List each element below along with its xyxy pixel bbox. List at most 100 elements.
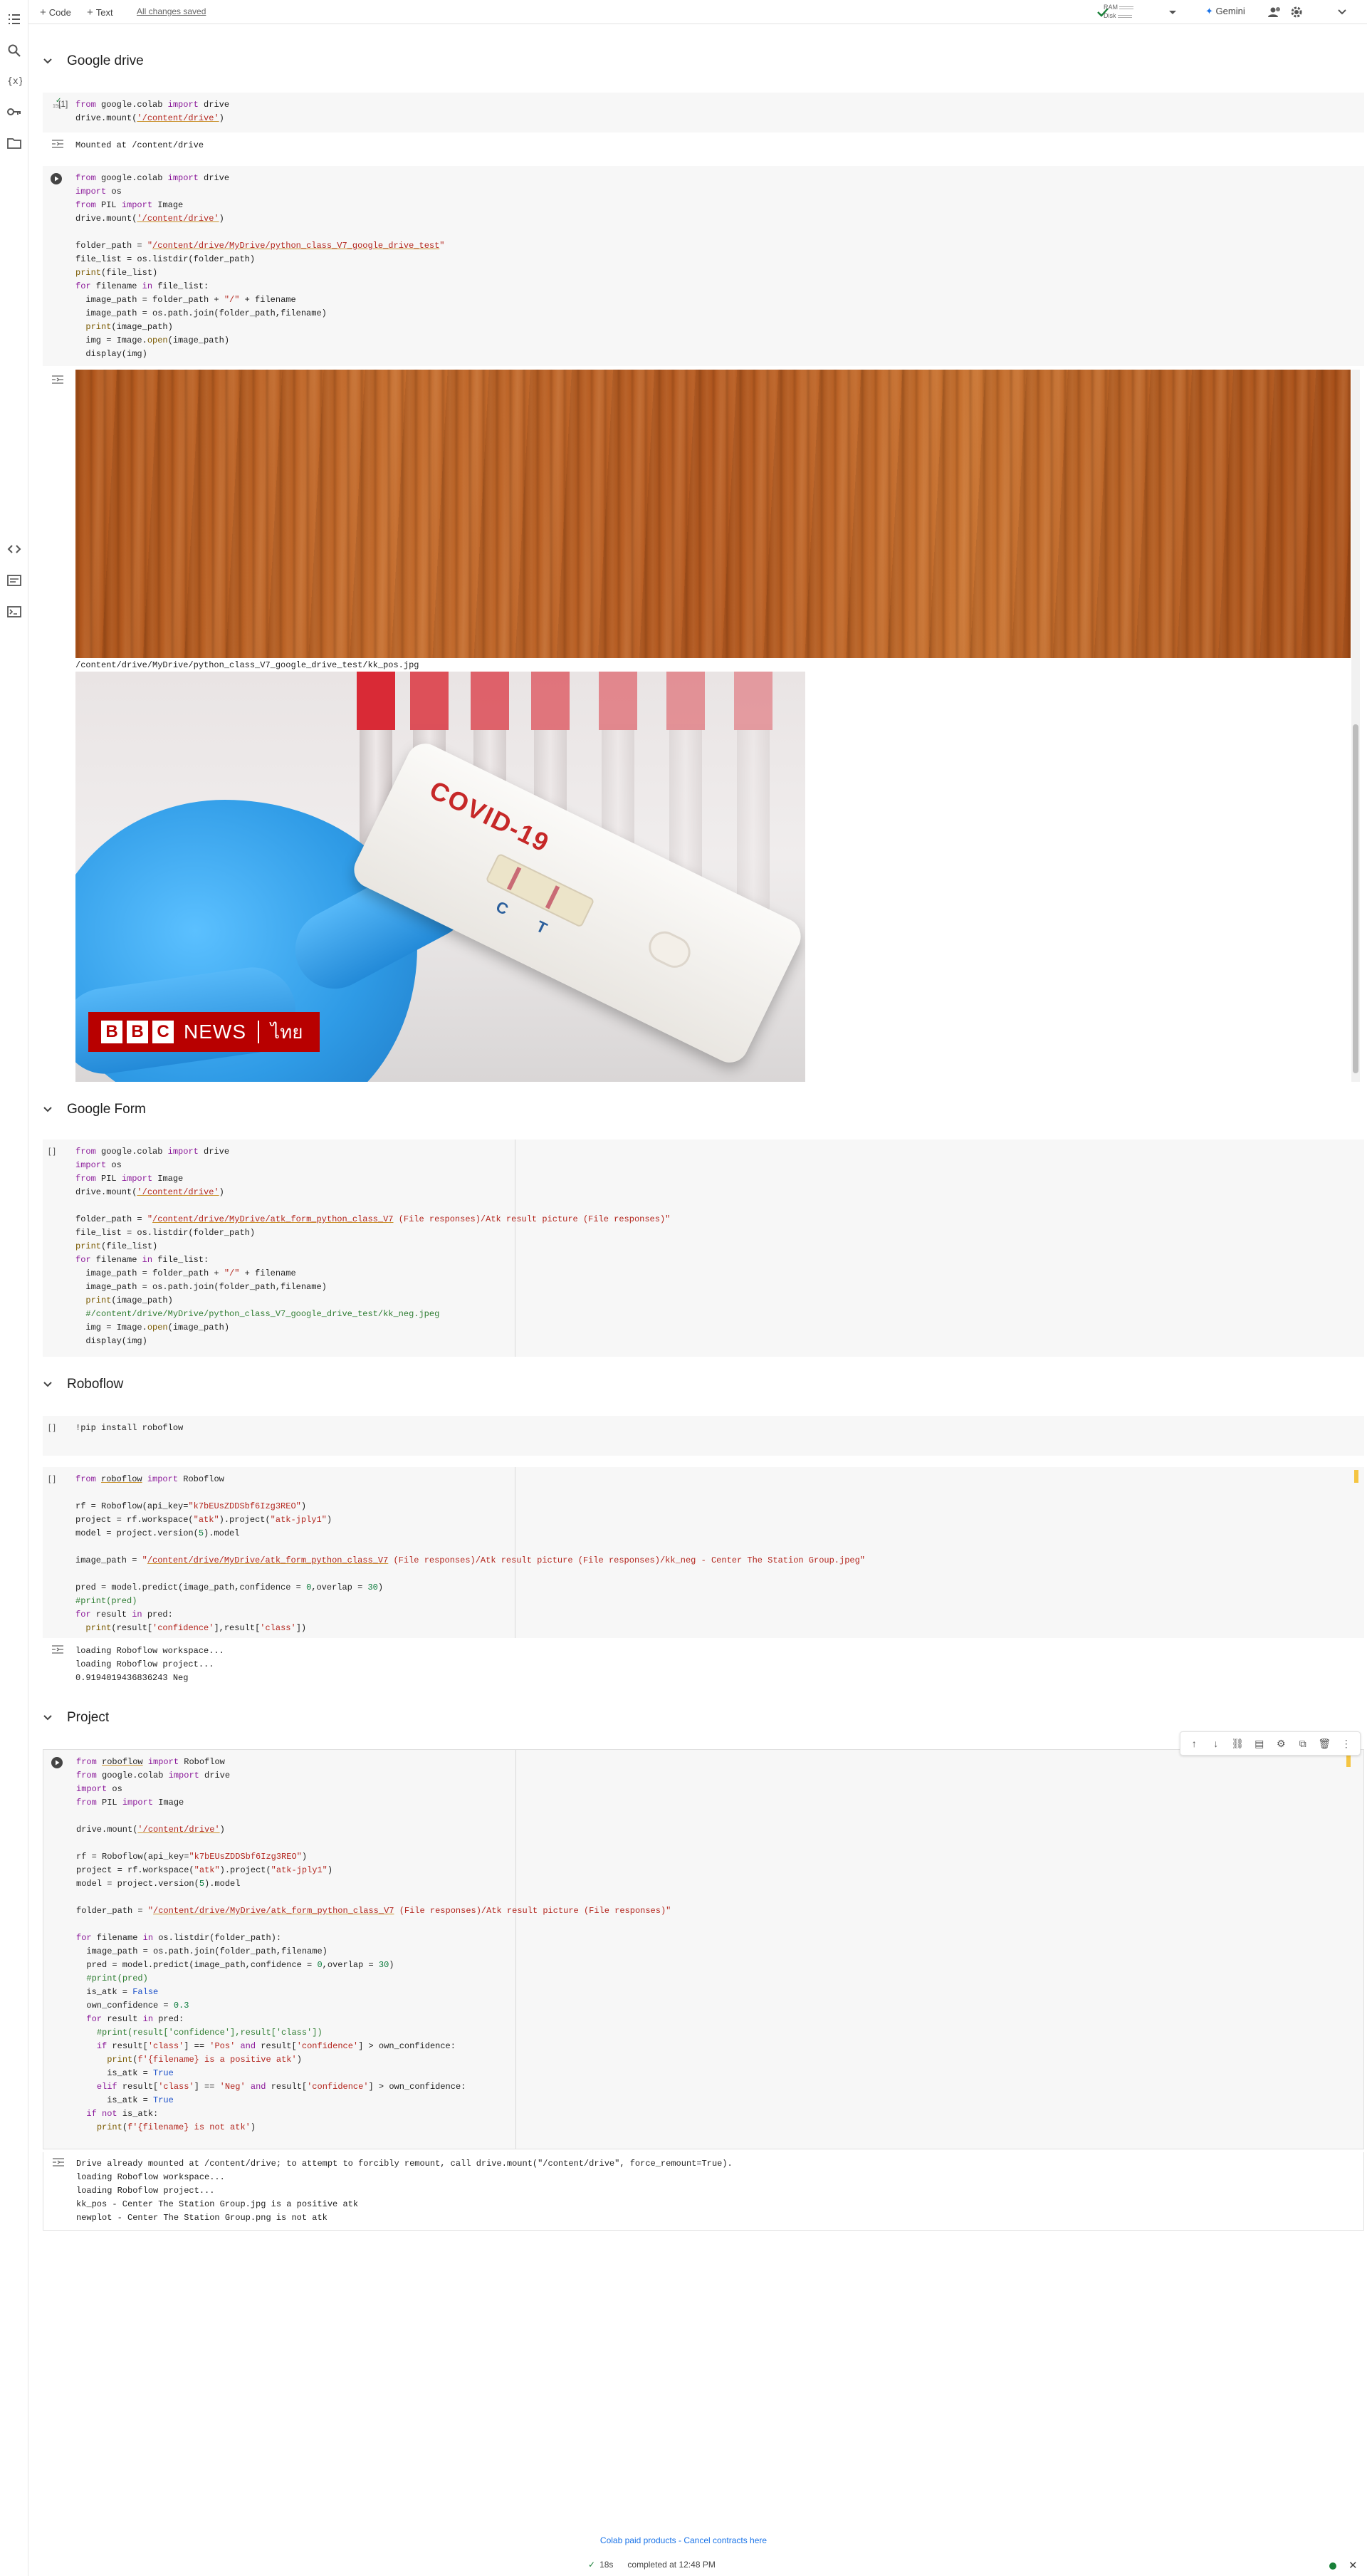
output-image-wood-texture — [75, 370, 1351, 658]
cell-output: loading Roboflow workspace... loading Ro… — [43, 1639, 1364, 1684]
execution-count: [ ] — [48, 1146, 56, 1156]
collapse-chevron-icon[interactable] — [41, 1103, 54, 1116]
collapse-chevron-icon[interactable] — [41, 55, 54, 68]
output-text: Mounted at /content/drive — [75, 140, 204, 150]
code-editor[interactable]: from roboflow import Roboflow rf = Robof… — [75, 1473, 865, 1635]
output-text: Drive already mounted at /content/drive;… — [76, 2159, 733, 2223]
close-icon[interactable]: ✕ — [1348, 2559, 1358, 2572]
footer-links: Colab paid products - Cancel contracts h… — [599, 2535, 768, 2545]
svg-text:{x}: {x} — [7, 76, 22, 87]
table-of-contents-icon[interactable] — [6, 11, 22, 27]
terminal-icon[interactable] — [6, 604, 22, 620]
status-bar: ✓ 18s completed at 12:48 PM ✕ — [0, 2557, 1367, 2576]
code-editor[interactable]: from google.colab import drive import os… — [75, 1145, 670, 1348]
code-editor[interactable]: from google.colab import drive drive.mou… — [75, 98, 229, 125]
code-cell-4[interactable]: [ ] !pip install roboflow — [43, 1416, 1364, 1456]
move-up-icon[interactable]: ↑ — [1188, 1737, 1200, 1750]
output-toggle-icon[interactable] — [51, 139, 64, 149]
comment-icon[interactable]: ▤ — [1253, 1737, 1266, 1750]
output-text: loading Roboflow workspace... loading Ro… — [75, 1646, 224, 1683]
execution-count: [1] — [58, 99, 68, 109]
execution-count: [ ] — [48, 1422, 56, 1432]
cell-output: Mounted at /content/drive — [43, 134, 1364, 155]
save-status-link[interactable]: All changes saved — [137, 6, 206, 16]
cell-gutter[interactable]: [ ] — [43, 1467, 75, 1638]
output-toggle-icon[interactable] — [51, 1644, 64, 1654]
sparkle-icon: ✦ — [1205, 6, 1213, 16]
collapse-chevron-icon[interactable] — [41, 1378, 54, 1391]
cell-gutter[interactable]: [ ] — [43, 1140, 75, 1357]
t-label: T — [533, 917, 550, 938]
settings-gear-icon[interactable]: ⚙ — [1274, 1737, 1287, 1750]
command-palette-icon[interactable] — [6, 573, 22, 588]
cell-output: Drive already mounted at /content/drive;… — [43, 2152, 1364, 2231]
cancel-contracts-link[interactable]: Cancel contracts here — [684, 2535, 767, 2545]
share-people-icon[interactable] — [1267, 4, 1283, 20]
bbc-news-logo: B B C NEWS ไทย — [88, 1012, 320, 1052]
c-label: C — [493, 897, 511, 919]
output-image-covid-test: COVID-19 C T B B C NEWS ไทย — [75, 672, 805, 1082]
output-scrollbar[interactable] — [1351, 370, 1360, 1082]
add-code-label: Code — [48, 6, 71, 18]
chevron-down-icon[interactable] — [1165, 4, 1180, 20]
link-icon[interactable]: ⛓ — [1231, 1737, 1244, 1750]
cell-gutter[interactable] — [43, 166, 75, 366]
gemini-button[interactable]: ✦ Gemini — [1205, 6, 1245, 17]
code-cell-6[interactable]: from roboflow import Roboflow from googl… — [43, 1749, 1364, 2149]
variables-icon[interactable]: {x} — [6, 73, 22, 88]
plus-icon: + — [87, 6, 93, 19]
output-text: /content/drive/MyDrive/python_class_V7_g… — [75, 660, 419, 670]
run-cell-icon[interactable] — [51, 173, 62, 184]
status-duration: 18s — [599, 2560, 614, 2570]
section-heading-google-drive[interactable]: Google drive — [41, 51, 144, 71]
disk-label: Disk — [1104, 12, 1116, 19]
cell-gutter[interactable]: ✓ 15s [1] — [43, 93, 75, 132]
add-code-button[interactable]: + Code — [40, 4, 71, 20]
more-options-icon[interactable]: ⋮ — [1340, 1737, 1353, 1750]
lint-marker — [1346, 1754, 1351, 1767]
code-cell-5[interactable]: [ ] from roboflow import Roboflow rf = R… — [43, 1467, 1364, 1638]
settings-gear-icon[interactable] — [1289, 4, 1304, 20]
section-title: Google Form — [67, 1102, 146, 1117]
collapse-chevron-icon[interactable] — [41, 1711, 54, 1724]
plus-icon: + — [40, 6, 46, 19]
paid-products-link[interactable]: Colab paid products — [600, 2535, 676, 2545]
add-text-label: Text — [95, 6, 113, 18]
scrollbar-thumb[interactable] — [1353, 724, 1358, 1073]
code-editor[interactable]: from google.colab import drive import os… — [75, 172, 445, 361]
section-heading-roboflow[interactable]: Roboflow — [41, 1375, 123, 1394]
run-cell-icon[interactable] — [51, 1757, 63, 1768]
gemini-label: Gemini — [1215, 6, 1245, 16]
secrets-key-icon[interactable] — [6, 104, 22, 120]
code-cell-1[interactable]: ✓ 15s [1] from google.colab import drive… — [43, 93, 1364, 132]
collapse-chevron-icon[interactable] — [1334, 4, 1350, 20]
output-toggle-icon[interactable] — [52, 2157, 65, 2167]
execution-status[interactable]: ✓ 18s completed at 12:48 PM — [588, 2560, 716, 2570]
cell-toolbar: ↑ ↓ ⛓ ▤ ⚙ ⧉ 🗑 ⋮ — [1180, 1731, 1361, 1756]
left-sidebar-rail: {x} — [0, 0, 28, 2576]
move-down-icon[interactable]: ↓ — [1210, 1737, 1222, 1750]
code-snippets-icon[interactable] — [6, 541, 22, 557]
mirror-cell-icon[interactable]: ⧉ — [1297, 1737, 1309, 1750]
section-heading-google-form[interactable]: Google Form — [41, 1100, 146, 1120]
code-editor[interactable]: from roboflow import Roboflow from googl… — [76, 1756, 671, 2134]
ram-label: RAM — [1104, 4, 1118, 11]
files-folder-icon[interactable] — [6, 135, 22, 151]
top-toolbar: + Code + Text All changes saved RAM Disk ✦… — [0, 0, 1367, 24]
cell-gutter[interactable] — [43, 1750, 76, 2149]
section-title: Project — [67, 1710, 110, 1725]
code-editor[interactable]: !pip install roboflow — [75, 1422, 183, 1435]
cell-gutter[interactable]: [ ] — [43, 1416, 75, 1456]
output-toggle-icon[interactable] — [51, 375, 64, 385]
section-title: Google drive — [67, 53, 144, 68]
search-icon[interactable] — [6, 43, 22, 58]
section-heading-project[interactable]: Project — [41, 1708, 109, 1728]
resources-indicator[interactable]: RAM Disk — [1104, 3, 1168, 21]
delete-icon[interactable]: 🗑 — [1318, 1737, 1331, 1750]
lint-marker — [1354, 1470, 1358, 1483]
code-cell-3[interactable]: [ ] from google.colab import drive impor… — [43, 1140, 1364, 1357]
add-text-button[interactable]: + Text — [87, 4, 113, 20]
section-title: Roboflow — [67, 1377, 124, 1392]
checkmark-icon: ✓ — [588, 2560, 596, 2570]
code-cell-2[interactable]: from google.colab import drive import os… — [43, 166, 1364, 366]
